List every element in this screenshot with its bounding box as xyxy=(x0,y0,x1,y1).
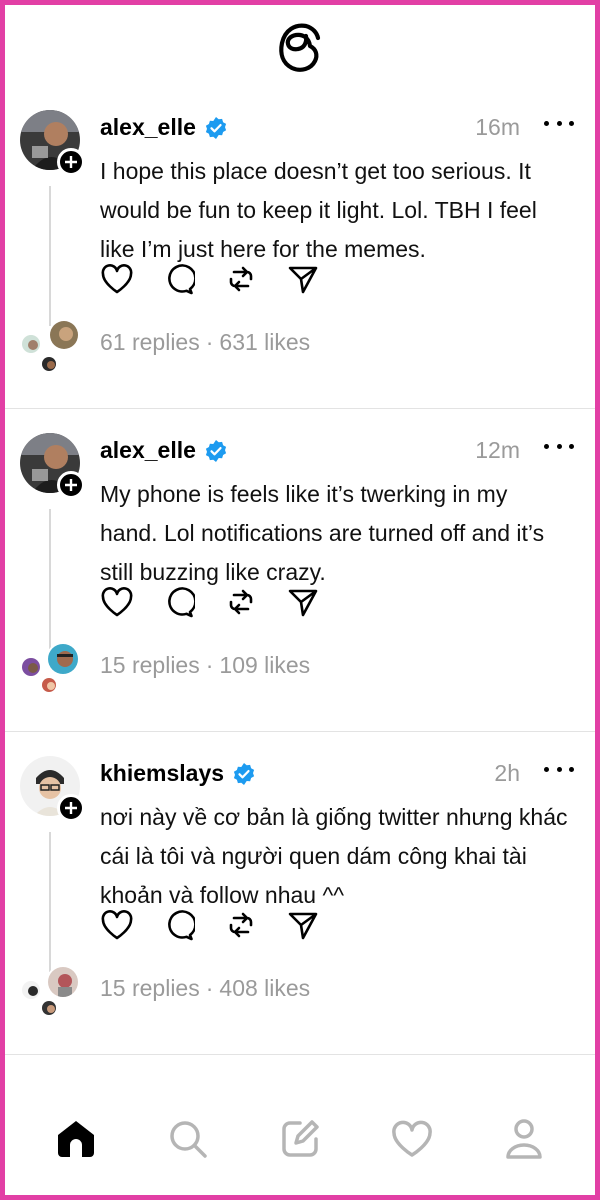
thread-post[interactable]: khiemslays 2h nơi này về cơ bản là giống… xyxy=(0,732,600,1055)
post-text: My phone is feels like it’s twerking in … xyxy=(100,481,545,585)
post-text: nơi này về cơ bản là giống twitter nhưng… xyxy=(100,804,568,908)
verified-badge-icon xyxy=(233,762,255,785)
share-send-icon[interactable] xyxy=(286,262,320,296)
follow-plus-icon[interactable] xyxy=(57,471,85,499)
post-username[interactable]: khiemslays xyxy=(100,760,256,787)
stats-separator: · xyxy=(205,975,214,1001)
post-timestamp: 16m xyxy=(475,114,520,140)
mini-avatar xyxy=(46,965,80,999)
post-actions xyxy=(100,262,320,296)
stats-separator: · xyxy=(205,652,214,678)
post-actions xyxy=(100,585,320,619)
post-text: I hope this place doesn’t get too seriou… xyxy=(100,158,537,262)
mini-avatar xyxy=(20,333,42,355)
replies-count[interactable]: 15 replies xyxy=(100,652,200,679)
username-text[interactable]: alex_elle xyxy=(100,114,196,141)
compose-icon[interactable] xyxy=(270,1109,330,1169)
more-options-icon[interactable] xyxy=(544,756,574,782)
likes-count[interactable]: 408 likes xyxy=(219,975,310,1002)
verified-badge-icon xyxy=(205,116,227,139)
username-text[interactable]: alex_elle xyxy=(100,437,196,464)
like-heart-icon[interactable] xyxy=(100,908,134,942)
likes-count[interactable]: 109 likes xyxy=(219,652,310,679)
username-text[interactable]: khiemslays xyxy=(100,760,224,787)
bottom-nav xyxy=(0,1078,600,1200)
reply-bubble-icon[interactable] xyxy=(162,908,196,942)
reply-avatars xyxy=(20,965,82,1021)
mini-avatar xyxy=(46,642,80,676)
repost-icon[interactable] xyxy=(224,908,258,942)
post-stats: 61 replies · 631 likes xyxy=(100,329,310,356)
post-timestamp: 12m xyxy=(475,437,520,463)
search-icon[interactable] xyxy=(158,1109,218,1169)
mini-avatar xyxy=(20,656,42,678)
post-username[interactable]: alex_elle xyxy=(100,437,228,464)
more-options-icon[interactable] xyxy=(544,110,574,136)
activity-heart-icon[interactable] xyxy=(382,1109,442,1169)
thread-line xyxy=(49,186,51,326)
home-icon[interactable] xyxy=(46,1109,106,1169)
more-options-icon[interactable] xyxy=(544,433,574,459)
likes-count[interactable]: 631 likes xyxy=(219,329,310,356)
thread-post[interactable]: alex_elle 12m My phone is feels like it’… xyxy=(0,409,600,732)
reply-bubble-icon[interactable] xyxy=(162,585,196,619)
mini-avatar xyxy=(48,319,80,351)
profile-icon[interactable] xyxy=(494,1109,554,1169)
reply-avatars xyxy=(20,642,82,698)
verified-badge-icon xyxy=(205,439,227,462)
mini-avatar xyxy=(40,355,58,373)
repost-icon[interactable] xyxy=(224,262,258,296)
thread-line xyxy=(49,509,51,649)
thread-post[interactable]: alex_elle 16m I hope this place doesn’t … xyxy=(0,86,600,409)
follow-plus-icon[interactable] xyxy=(57,148,85,176)
like-heart-icon[interactable] xyxy=(100,262,134,296)
reply-avatars xyxy=(20,319,82,375)
reply-bubble-icon[interactable] xyxy=(162,262,196,296)
post-timestamp: 2h xyxy=(494,760,520,786)
post-stats: 15 replies · 408 likes xyxy=(100,975,310,1002)
mini-avatar xyxy=(40,999,58,1017)
post-stats: 15 replies · 109 likes xyxy=(100,652,310,679)
like-heart-icon[interactable] xyxy=(100,585,134,619)
share-send-icon[interactable] xyxy=(286,585,320,619)
share-send-icon[interactable] xyxy=(286,908,320,942)
mini-avatar xyxy=(40,676,58,694)
app-header xyxy=(0,0,600,95)
replies-count[interactable]: 15 replies xyxy=(100,975,200,1002)
mini-avatar xyxy=(20,979,42,1001)
follow-plus-icon[interactable] xyxy=(57,794,85,822)
post-username[interactable]: alex_elle xyxy=(100,114,228,141)
repost-icon[interactable] xyxy=(224,585,258,619)
replies-count[interactable]: 61 replies xyxy=(100,329,200,356)
threads-logo-icon[interactable] xyxy=(277,22,323,74)
thread-line xyxy=(49,832,51,972)
post-actions xyxy=(100,908,320,942)
stats-separator: · xyxy=(205,329,214,355)
